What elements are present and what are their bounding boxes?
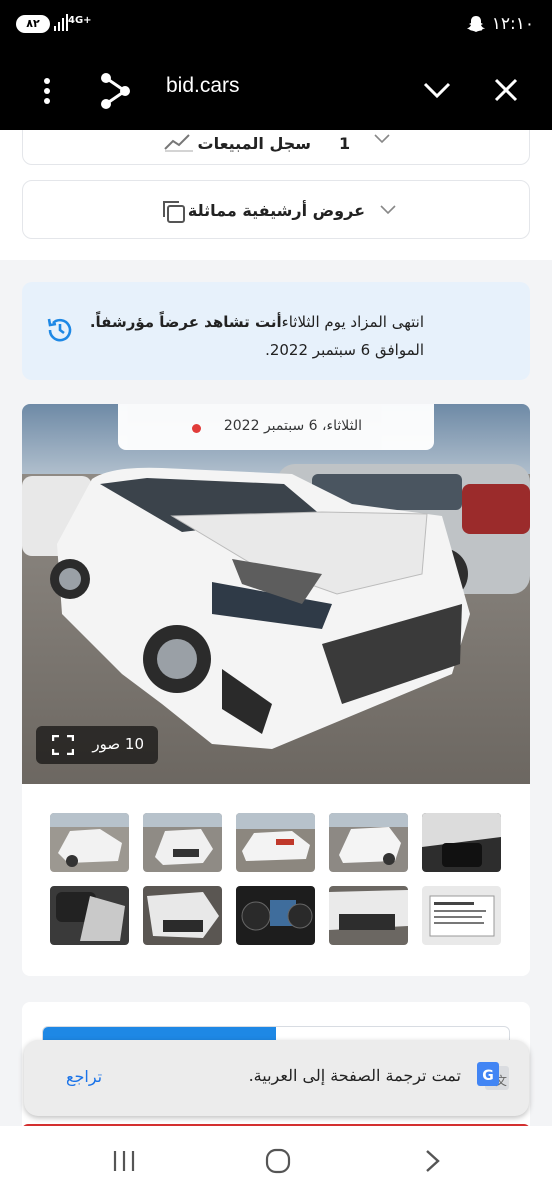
auction-date-pill: الثلاثاء، 6 سبتمبر 2022 [118, 404, 434, 450]
photos-count-button[interactable]: 10 صور [36, 726, 158, 764]
google-translate-icon: 文 G [477, 1062, 509, 1090]
status-bar: ٨٢ 4G+ ١٢:١٠ [0, 0, 552, 52]
chevron-down-icon [380, 205, 396, 215]
back-icon[interactable] [424, 1148, 442, 1174]
copy-icon [163, 201, 185, 223]
translate-message: تمت ترجمة الصفحة إلى العربية. [248, 1066, 461, 1085]
sales-history-row[interactable]: سجل المبيعات 1 [22, 130, 530, 165]
svg-text:G: G [482, 1068, 494, 1084]
undo-translate-button[interactable]: تراجع [66, 1067, 102, 1086]
more-menu-icon[interactable] [34, 74, 60, 108]
home-icon[interactable] [265, 1148, 291, 1174]
thumbnail[interactable] [329, 813, 408, 872]
sales-history-count: 1 [339, 134, 351, 153]
thumbnail[interactable] [50, 813, 129, 872]
network-type: 4G+ [68, 15, 92, 26]
thumbnail[interactable] [143, 813, 222, 872]
share-icon[interactable] [98, 72, 132, 110]
sales-history-label: سجل المبيعات [197, 134, 311, 153]
signal-icon [54, 14, 68, 31]
page-content: سجل المبيعات 1 عروض أرشيفية مماثلة انتهى… [0, 130, 552, 1130]
browser-url-bar: bid.cars [0, 52, 552, 130]
snapchat-icon [467, 16, 485, 32]
thumbnail[interactable] [236, 813, 315, 872]
thumbnail[interactable] [50, 886, 129, 945]
close-icon[interactable] [490, 74, 522, 106]
gallery-card: الثلاثاء، 6 سبتمبر 2022 10 صور [22, 404, 530, 976]
main-car-photo[interactable]: الثلاثاء، 6 سبتمبر 2022 10 صور [22, 404, 530, 784]
auction-date: الثلاثاء، 6 سبتمبر 2022 [223, 418, 362, 434]
thumbnail[interactable] [143, 886, 222, 945]
recent-apps-icon[interactable] [112, 1148, 136, 1174]
archive-label: عروض أرشيفية مماثلة [187, 201, 365, 220]
photos-count-label: 10 صور [92, 735, 144, 753]
translate-snackbar: تراجع تمت ترجمة الصفحة إلى العربية. 文 G [24, 1040, 529, 1116]
chart-trend-icon [164, 134, 193, 152]
history-icon [47, 318, 72, 342]
clock: ١٢:١٠ [491, 14, 534, 34]
notice-line1-start: انتهى المزاد يوم الثلاثاء [281, 313, 424, 331]
notice-text: انتهى المزاد يوم الثلاثاءأنت تشاهد عرضاً… [84, 308, 424, 364]
thumbnail[interactable] [422, 886, 501, 945]
battery-indicator: ٨٢ [16, 15, 50, 33]
archived-notice: انتهى المزاد يوم الثلاثاءأنت تشاهد عرضاً… [22, 282, 530, 380]
thumbnail[interactable] [329, 886, 408, 945]
chevron-down-icon [374, 134, 390, 144]
url-text[interactable]: bid.cars [166, 74, 240, 98]
status-dot [192, 424, 201, 433]
chevron-down-icon[interactable] [422, 76, 452, 104]
fullscreen-icon [52, 735, 74, 755]
thumbnail[interactable] [236, 886, 315, 945]
notice-line1-bold: أنت تشاهد عرضاً مؤرشفاً. [89, 313, 282, 331]
archive-similar-row[interactable]: عروض أرشيفية مماثلة [22, 180, 530, 239]
thumbnail[interactable] [422, 813, 501, 872]
android-nav-bar [0, 1126, 552, 1196]
notice-line2: الموافق 6 سبتمبر 2022. [265, 341, 424, 359]
